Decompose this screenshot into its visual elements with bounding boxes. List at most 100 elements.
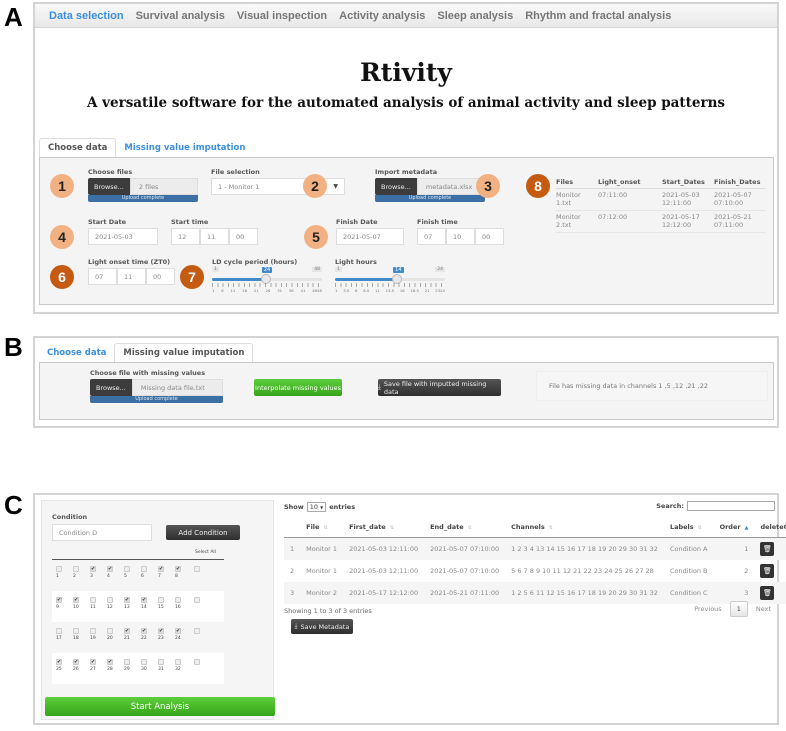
col-channels[interactable]: Channels ⇅ — [505, 517, 664, 538]
select-all-checkbox[interactable] — [192, 659, 209, 684]
checkbox-unchecked-icon[interactable] — [194, 659, 200, 665]
channel-checkbox[interactable]: 17 — [56, 628, 73, 653]
checkbox-unchecked-icon[interactable] — [141, 659, 147, 665]
checkbox-unchecked-icon[interactable] — [107, 597, 113, 603]
checkbox-unchecked-icon[interactable] — [90, 597, 96, 603]
tab-choose-data[interactable]: Choose data — [39, 344, 114, 362]
tab-missing-value-imputation[interactable]: Missing value imputation — [114, 343, 254, 362]
checkbox-checked-icon[interactable]: ✔ — [107, 659, 113, 665]
channel-checkbox[interactable]: ✔ 8 — [175, 566, 192, 591]
col-end-date[interactable]: End_date ⇅ — [424, 517, 506, 538]
channel-checkbox[interactable]: 31 — [158, 659, 175, 684]
channel-checkbox[interactable]: ✔ 28 — [107, 659, 124, 684]
light-hours-slider[interactable]: 1 24 14 1 3.5 6 8.5 11 13.5 16 18.5 21 2… — [335, 267, 445, 299]
channel-checkbox[interactable]: ✔ 4 — [107, 566, 124, 591]
channel-checkbox[interactable]: 2 — [73, 566, 90, 591]
onset-minute[interactable]: 11 — [117, 268, 146, 285]
finish-hour[interactable]: 07 — [417, 228, 446, 245]
condition-input[interactable]: Condition D — [52, 524, 152, 541]
checkbox-unchecked-icon[interactable] — [194, 566, 200, 572]
checkbox-checked-icon[interactable]: ✔ — [90, 659, 96, 665]
light-onset-input[interactable]: 07 11 00 — [88, 268, 175, 285]
checkbox-unchecked-icon[interactable] — [124, 659, 130, 665]
checkbox-checked-icon[interactable]: ✔ — [73, 659, 79, 665]
tab-missing-value-imputation[interactable]: Missing value imputation — [116, 139, 253, 157]
import-metadata-input[interactable]: Browse... metadata.xlsx — [375, 178, 485, 195]
start-second[interactable]: 00 — [229, 228, 258, 245]
channel-checkbox[interactable]: 30 — [141, 659, 158, 684]
checkbox-checked-icon[interactable]: ✔ — [175, 628, 181, 634]
checkbox-unchecked-icon[interactable] — [73, 566, 79, 572]
checkbox-checked-icon[interactable]: ✔ — [56, 659, 62, 665]
col-first-date[interactable]: First_date ⇅ — [343, 517, 425, 538]
col-file[interactable]: File ⇅ — [300, 517, 344, 538]
channel-checkbox[interactable]: 5 — [124, 566, 141, 591]
page-1[interactable]: 1 — [729, 601, 748, 617]
checkbox-unchecked-icon[interactable] — [73, 628, 79, 634]
checkbox-unchecked-icon[interactable] — [90, 628, 96, 634]
checkbox-unchecked-icon[interactable] — [194, 628, 200, 634]
start-analysis-button[interactable]: Start Analysis — [45, 697, 275, 716]
finish-time-input[interactable]: 07 10 00 — [417, 228, 504, 245]
checkbox-checked-icon[interactable]: ✔ — [141, 597, 147, 603]
checkbox-unchecked-icon[interactable] — [56, 628, 62, 634]
start-time-input[interactable]: 12 11 00 — [171, 228, 258, 245]
add-condition-button[interactable]: Add Condition — [166, 525, 240, 540]
checkbox-checked-icon[interactable]: ✔ — [56, 597, 62, 603]
ld-cycle-slider[interactable]: 1 48 24 1 6 11 16 21 26 31 36 41 4648 — [212, 267, 322, 299]
col-order[interactable]: Order ▲ — [713, 517, 755, 538]
checkbox-checked-icon[interactable]: ✔ — [158, 628, 164, 634]
page-length-select[interactable]: 10 ▼ — [306, 502, 327, 512]
onset-hour[interactable]: 07 — [88, 268, 117, 285]
tab-choose-data[interactable]: Choose data — [39, 138, 117, 157]
save-imputed-button[interactable]: ⤓ Save file with imputted missing data — [378, 379, 501, 396]
checkbox-unchecked-icon[interactable] — [175, 659, 181, 665]
previous-page[interactable]: Previous — [694, 605, 721, 613]
channel-checkbox[interactable]: ✔ 24 — [175, 628, 192, 653]
checkbox-checked-icon[interactable]: ✔ — [175, 566, 181, 572]
interpolate-button[interactable]: Interpolate missing values — [254, 379, 342, 396]
trash-icon[interactable]: 🗑 — [760, 541, 775, 556]
checkbox-unchecked-icon[interactable] — [56, 566, 62, 572]
nav-survival-analysis[interactable]: Survival analysis — [136, 10, 225, 22]
channel-checkbox[interactable]: ✔ 9 — [56, 597, 73, 622]
channel-checkbox[interactable]: ✔ 7 — [158, 566, 175, 591]
search-input[interactable] — [687, 501, 775, 511]
channel-checkbox[interactable]: ✔ 21 — [124, 628, 141, 653]
channel-checkbox[interactable]: ✔ 26 — [73, 659, 90, 684]
checkbox-checked-icon[interactable]: ✔ — [124, 628, 130, 634]
checkbox-unchecked-icon[interactable] — [107, 628, 113, 634]
channel-checkbox[interactable]: 20 — [107, 628, 124, 653]
channel-checkbox[interactable]: 29 — [124, 659, 141, 684]
channel-checkbox[interactable]: 1 — [56, 566, 73, 591]
channel-checkbox[interactable]: 12 — [107, 597, 124, 622]
channel-checkbox[interactable]: 11 — [90, 597, 107, 622]
channel-checkbox[interactable]: ✔ 10 — [73, 597, 90, 622]
start-date-input[interactable]: 2021-05-03 — [88, 228, 158, 245]
checkbox-checked-icon[interactable]: ✔ — [124, 597, 130, 603]
nav-data-selection[interactable]: Data selection — [49, 10, 124, 22]
finish-second[interactable]: 00 — [475, 228, 504, 245]
trash-icon[interactable]: 🗑 — [760, 563, 775, 578]
nav-visual-inspection[interactable]: Visual inspection — [237, 10, 327, 22]
browse-button[interactable]: Browse... — [90, 379, 132, 396]
channel-checkbox[interactable]: ✔ 23 — [158, 628, 175, 653]
checkbox-unchecked-icon[interactable] — [194, 597, 200, 603]
select-all-checkbox[interactable] — [192, 597, 209, 622]
missing-file-input[interactable]: Browse... Missing data file.txt — [90, 379, 223, 396]
channel-checkbox[interactable]: ✔ 13 — [124, 597, 141, 622]
select-all-checkbox[interactable] — [192, 566, 209, 591]
nav-rhythm-fractal-analysis[interactable]: Rhythm and fractal analysis — [525, 10, 671, 22]
checkbox-checked-icon[interactable]: ✔ — [73, 597, 79, 603]
start-minute[interactable]: 11 — [200, 228, 229, 245]
channel-checkbox[interactable]: ✔ 3 — [90, 566, 107, 591]
onset-second[interactable]: 00 — [146, 268, 175, 285]
trash-icon[interactable]: 🗑 — [760, 585, 775, 600]
channel-checkbox[interactable]: ✔ 14 — [141, 597, 158, 622]
checkbox-unchecked-icon[interactable] — [124, 566, 130, 572]
browse-button[interactable]: Browse... — [88, 178, 130, 195]
checkbox-unchecked-icon[interactable] — [141, 566, 147, 572]
checkbox-unchecked-icon[interactable] — [158, 659, 164, 665]
channel-checkbox[interactable]: 16 — [175, 597, 192, 622]
channel-checkbox[interactable]: ✔ 27 — [90, 659, 107, 684]
